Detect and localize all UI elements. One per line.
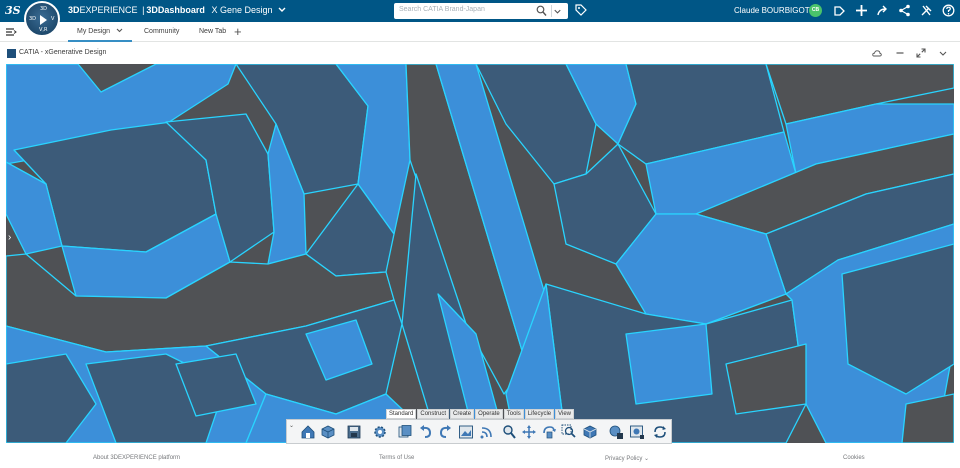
- footer-privacy-link[interactable]: Privacy Policy ⌄: [605, 455, 649, 462]
- tag-icon[interactable]: [575, 4, 587, 17]
- maximize-icon[interactable]: [916, 48, 926, 58]
- tab-new-tab[interactable]: New Tab: [199, 22, 226, 42]
- menu-icon[interactable]: [5, 26, 17, 38]
- catia-app-icon: [7, 49, 16, 58]
- action-bar-tabs: Standard Construct Create Operate Tools …: [386, 409, 575, 419]
- sync-icon[interactable]: [652, 424, 668, 440]
- 3d-viewer[interactable]: ›: [6, 64, 954, 443]
- brand-prefix: 3D: [68, 5, 80, 15]
- tab-label: My Design: [77, 28, 111, 35]
- chevron-down-icon[interactable]: [938, 48, 948, 58]
- brand-dashboard: Dashboard: [157, 5, 205, 15]
- search-input[interactable]: Search CATIA Brand-Japan: [399, 6, 485, 13]
- platform-title[interactable]: 3DEXPERIENCE | 3DDashboard X Gene Design: [68, 5, 286, 15]
- side-panel-toggle-icon[interactable]: ›: [8, 232, 11, 243]
- cloud-icon[interactable]: [872, 48, 882, 58]
- pan-icon[interactable]: [521, 424, 537, 440]
- ds-logo: 3S: [5, 4, 21, 17]
- footer-privacy-label: Privacy Policy: [605, 456, 643, 462]
- actionbar-tab-view[interactable]: View: [555, 409, 575, 419]
- brand-separator: |: [142, 5, 145, 15]
- compass-label-left: 3D: [29, 16, 37, 22]
- actionbar-tab-standard[interactable]: Standard: [386, 409, 417, 419]
- tab-my-design[interactable]: My Design: [68, 22, 132, 42]
- compass-label-top: 3D: [40, 6, 48, 12]
- brand-experience: EXPERIENCE: [79, 5, 138, 15]
- widget-title: CATIA - xGenerative Design: [19, 49, 107, 56]
- compass-label-bottom: V,R: [39, 27, 48, 33]
- top-bar: 3S 3D 3D V V,R 3DEXPERIENCE | 3DDashboard…: [0, 0, 960, 37]
- compass[interactable]: 3D 3D V V,R: [24, 1, 60, 37]
- action-bar-commands: ⌄: [286, 419, 672, 444]
- chevron-down-icon[interactable]: [278, 6, 286, 15]
- redo-icon[interactable]: [437, 424, 453, 440]
- footer-terms-link[interactable]: Terms of Use: [379, 455, 414, 461]
- minimize-icon[interactable]: [895, 48, 905, 58]
- footer: About 3DEXPERIENCE platform Terms of Use…: [0, 450, 960, 468]
- cube-view-icon[interactable]: [582, 424, 598, 440]
- settings-icon[interactable]: [372, 424, 388, 440]
- forward-icon[interactable]: [876, 4, 889, 17]
- avatar[interactable]: CB: [809, 4, 822, 17]
- user-name[interactable]: Claude BOURBIGOT: [734, 6, 810, 15]
- image-icon[interactable]: [458, 424, 474, 440]
- tab-community[interactable]: Community: [144, 22, 179, 42]
- search-dropdown-icon[interactable]: [551, 5, 563, 17]
- dashboard-tabs: My Design Community New Tab +: [0, 22, 960, 42]
- actionbar-tab-create[interactable]: Create: [450, 409, 475, 419]
- footer-about-link[interactable]: About 3DEXPERIENCE platform: [93, 455, 180, 461]
- actionbar-tab-operate[interactable]: Operate: [475, 409, 503, 419]
- render-icon[interactable]: [608, 424, 624, 440]
- actionbar-tab-tools[interactable]: Tools: [503, 409, 524, 419]
- actionbar-tab-lifecycle[interactable]: Lifecycle: [524, 409, 555, 419]
- rotate-icon[interactable]: [541, 424, 557, 440]
- broadcast-icon[interactable]: [479, 424, 495, 440]
- open-icon[interactable]: [320, 424, 336, 440]
- city-3d-model: [6, 64, 954, 443]
- capture-icon[interactable]: [629, 424, 645, 440]
- dashboard-name: X Gene Design: [211, 5, 273, 15]
- add-tab-icon[interactable]: +: [234, 24, 242, 39]
- brand-dashboard-prefix: 3D: [146, 5, 158, 15]
- zoom-icon[interactable]: [501, 424, 517, 440]
- network-icon[interactable]: [898, 4, 911, 17]
- copy-icon[interactable]: [397, 424, 413, 440]
- search-icon[interactable]: [536, 5, 547, 17]
- compass-label-right: V: [51, 16, 55, 22]
- footer-cookies-link[interactable]: Cookies: [843, 455, 865, 461]
- plus-icon[interactable]: [855, 4, 868, 17]
- chevron-down-icon[interactable]: [116, 22, 123, 42]
- collapse-icon[interactable]: ⌄: [289, 422, 294, 429]
- widget-header: CATIA - xGenerative Design: [0, 43, 960, 63]
- help-icon[interactable]: [942, 4, 955, 17]
- actionbar-tab-construct[interactable]: Construct: [417, 409, 450, 419]
- undo-icon[interactable]: [418, 424, 434, 440]
- play-icon: [40, 15, 47, 25]
- search-box[interactable]: Search CATIA Brand-Japan: [394, 3, 568, 19]
- zoom-area-icon[interactable]: [561, 424, 577, 440]
- tools-icon[interactable]: [920, 4, 933, 17]
- save-icon[interactable]: [346, 424, 362, 440]
- home-icon[interactable]: [300, 424, 316, 440]
- share-icon[interactable]: [833, 4, 846, 17]
- action-bar: Standard Construct Create Operate Tools …: [286, 409, 672, 444]
